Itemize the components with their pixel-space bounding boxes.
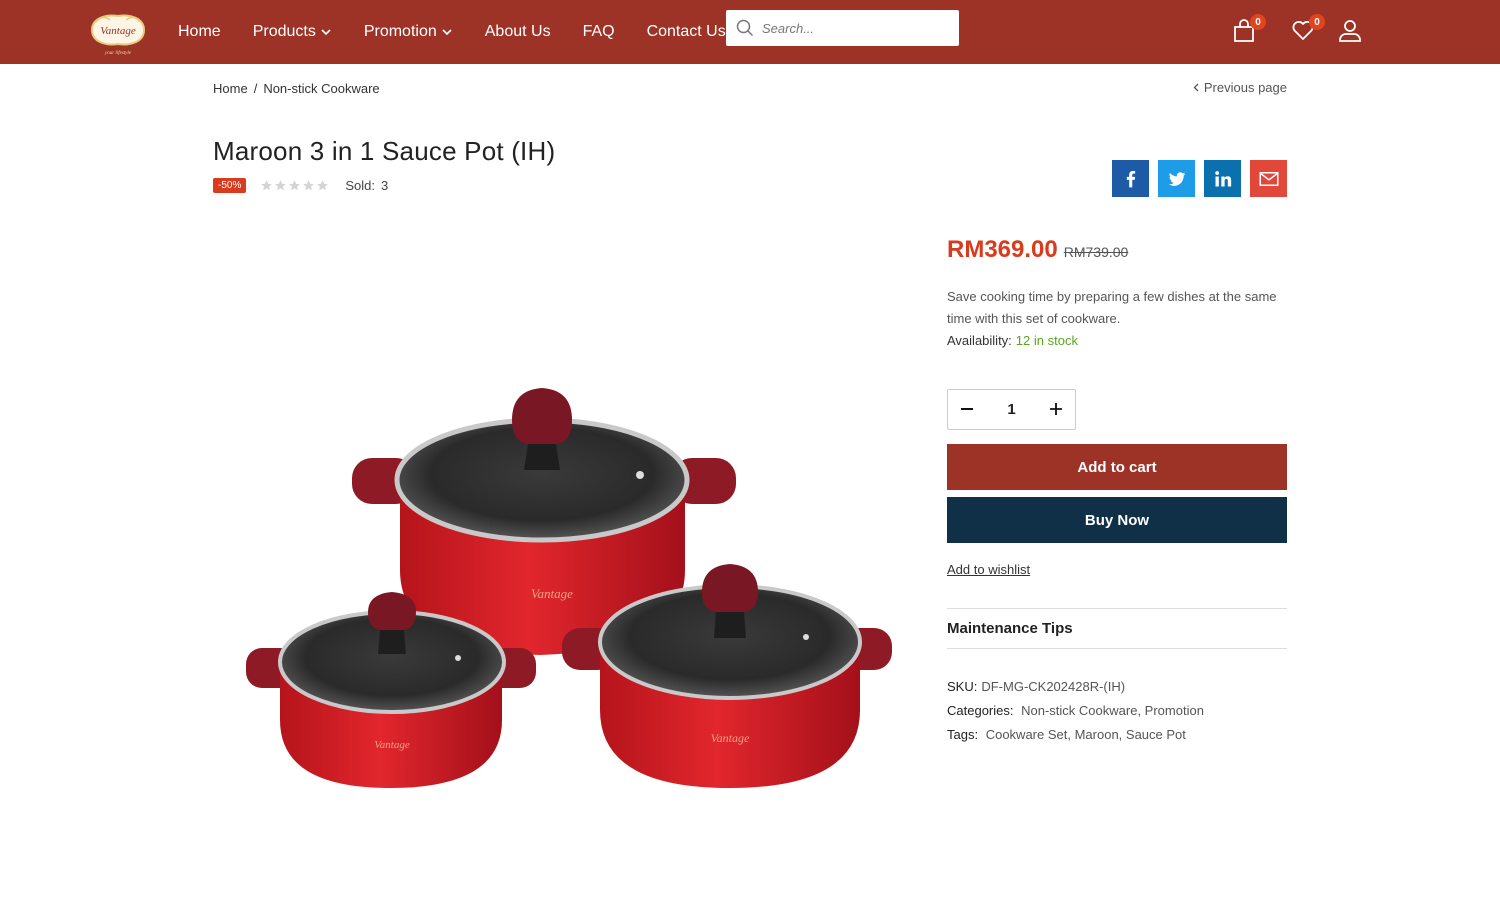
share-email-button[interactable] [1250,160,1287,197]
comma-separator: , [1118,727,1126,742]
sku-value: DF-MG-CK202428R-(IH) [981,679,1126,694]
nav-products[interactable]: Products [253,23,332,41]
previous-page-label: Previous page [1203,80,1287,95]
email-icon [1259,171,1278,186]
star-icon [275,180,287,191]
account-button[interactable] [1338,18,1364,44]
availability-value: 12 in stock [1015,333,1078,348]
star-icon [289,180,301,191]
nav-faq-label: FAQ [582,23,615,40]
chevron-down-icon [442,29,452,36]
chevron-left-icon [1193,83,1199,92]
comma-separator: , [1067,727,1075,742]
current-price: RM369.00 [947,236,1058,263]
nav-contact-us[interactable]: Contact Us [647,23,726,41]
discount-badge: -50% [213,178,247,193]
svg-text:Vantage: Vantage [531,586,573,601]
tag-link[interactable]: Cookware Set [986,727,1068,742]
star-icon [261,180,273,191]
category-link[interactable]: Non-stick Cookware [1021,703,1137,718]
categories-row: Categories: Non-stick Cookware, Promotio… [947,699,1287,723]
tag-link[interactable]: Maroon [1075,727,1119,742]
previous-page-link[interactable]: Previous page [1193,80,1287,95]
svg-text:Vantage: Vantage [374,739,410,751]
availability: Availability: 12 in stock [947,330,1287,352]
cart-button[interactable]: 0 [1232,14,1266,44]
share-linkedin-button[interactable] [1204,160,1241,197]
top-navigation-bar: Vantage your lifestyle Home Products Pro… [0,0,1500,64]
facebook-icon [1126,170,1135,187]
tags-row: Tags: Cookware Set, Maroon, Sauce Pot [947,723,1287,747]
nav-faq[interactable]: FAQ [583,23,615,41]
sold-value: 3 [381,178,389,193]
cart-count-badge: 0 [1250,14,1266,30]
chevron-down-icon [321,29,331,36]
add-to-cart-button[interactable]: Add to cart [947,444,1287,490]
breadcrumb-current[interactable]: Non-stick Cookware [263,81,379,96]
product-title: Maroon 3 in 1 Sauce Pot (IH) [213,136,556,166]
decrease-quantity-button[interactable] [958,400,976,420]
quantity-stepper [947,389,1076,430]
wishlist-button[interactable]: 0 [1291,14,1325,44]
product-specs: SKU: DF-MG-CK202428R-(IH) Categories: Non… [947,675,1287,747]
nav-contact-label: Contact Us [646,23,726,40]
availability-label: Availability: [947,333,1012,348]
plus-icon [1050,402,1062,415]
wishlist-count-badge: 0 [1309,14,1325,30]
nav-promotion[interactable]: Promotion [364,23,453,41]
categories-label: Categories: [947,703,1014,718]
share-twitter-button[interactable] [1158,160,1195,197]
comma-separator: , [1137,703,1145,718]
increase-quantity-button[interactable] [1047,400,1065,420]
share-buttons [1112,160,1287,197]
product-meta: -50% Sold: 3 [213,178,388,193]
search-icon [736,19,754,37]
svg-text:Vantage: Vantage [711,731,750,745]
product-details-panel: RM369.00 RM739.00 Save cooking time by p… [947,236,1287,747]
breadcrumb-separator: / [253,81,258,96]
twitter-icon [1168,171,1185,186]
nav-about-us[interactable]: About Us [485,23,551,41]
nav-about-label: About Us [484,23,551,40]
price-row: RM369.00 RM739.00 [947,236,1287,264]
original-price: RM739.00 [1063,244,1129,260]
add-to-wishlist-link[interactable]: Add to wishlist [947,562,1030,577]
nav-promotion-label: Promotion [363,23,437,40]
maintenance-tips-tab[interactable]: Maintenance Tips [947,608,1287,649]
nav-home[interactable]: Home [178,23,221,41]
nav-products-label: Products [252,23,316,40]
vantage-logo[interactable]: Vantage your lifestyle [86,8,150,58]
product-image[interactable]: Vantage Vantage Vantage [240,370,900,800]
nav-home-label: Home [178,23,221,40]
quantity-input[interactable] [991,401,1032,418]
maintenance-tips-label: Maintenance Tips [947,620,1073,637]
svg-text:your lifestyle: your lifestyle [104,51,132,56]
category-link[interactable]: Promotion [1145,703,1204,718]
sku-label: SKU: [947,679,978,694]
tag-link[interactable]: Sauce Pot [1126,727,1186,742]
tags-label: Tags: [947,727,979,742]
search-input[interactable] [762,20,942,36]
star-icon [317,180,329,191]
svg-text:Vantage: Vantage [100,25,136,37]
sku-row: SKU: DF-MG-CK202428R-(IH) [947,675,1287,699]
breadcrumb-home[interactable]: Home [213,81,248,96]
product-description: Save cooking time by preparing a few dis… [947,289,1277,326]
main-nav: Home Products Promotion About Us FAQ Con… [178,0,758,64]
buy-now-button[interactable]: Buy Now [947,497,1287,543]
star-icon [303,180,315,191]
rating-stars [260,179,329,192]
search-box[interactable] [726,10,959,46]
sold-label: Sold: [345,178,375,193]
breadcrumb: Home / Non-stick Cookware [213,81,380,96]
share-facebook-button[interactable] [1112,160,1149,197]
user-icon [1339,20,1361,42]
linkedin-icon [1214,170,1231,186]
minus-icon [961,407,973,410]
